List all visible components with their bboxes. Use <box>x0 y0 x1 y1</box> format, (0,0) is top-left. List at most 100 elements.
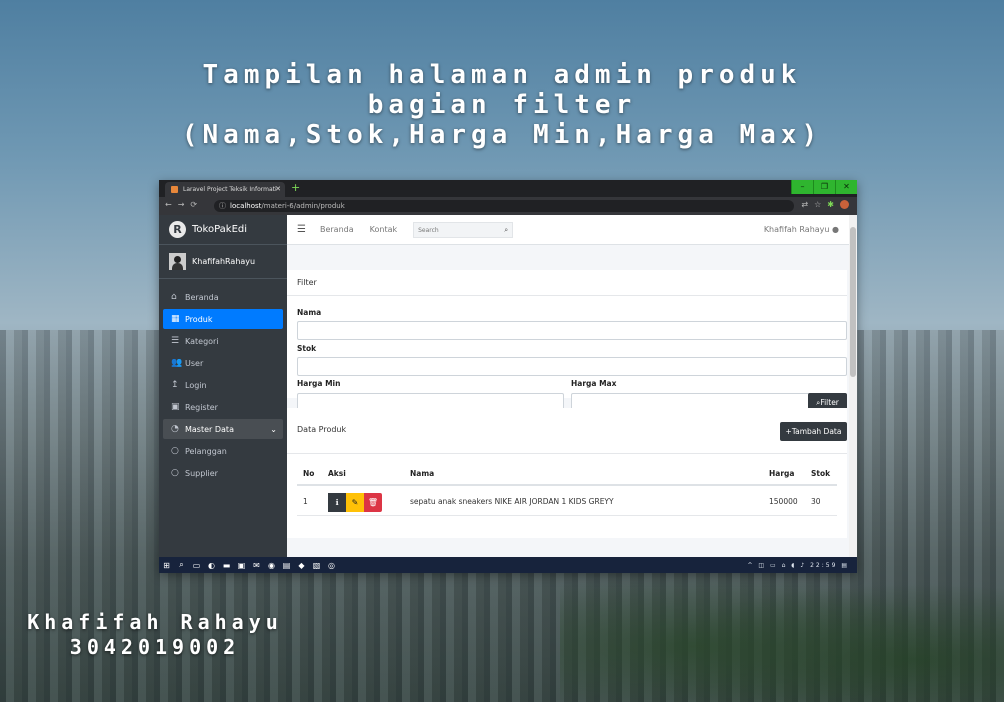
nama-label: Nama <box>297 308 322 317</box>
user-avatar <box>169 253 186 270</box>
translate-icon[interactable]: ⇄ <box>801 200 814 209</box>
hamburger-menu-icon[interactable]: ☰ <box>297 224 306 235</box>
home-icon: ⌂ <box>171 292 177 302</box>
sidebar-item-user[interactable]: 👥 User <box>163 353 283 373</box>
app-icon[interactable]: ▤ <box>279 561 294 570</box>
forward-icon[interactable]: → <box>178 200 191 209</box>
nama-input[interactable] <box>297 321 847 340</box>
close-tab-icon[interactable]: ✕ <box>275 185 281 193</box>
vertical-scrollbar[interactable] <box>849 215 857 562</box>
table-header: No Aksi Nama Harga Stok <box>297 460 837 486</box>
chrome-icon[interactable]: ◎ <box>324 561 339 570</box>
headline-line-1: Tampilan halaman admin produk <box>202 60 802 90</box>
url-path: /materi-6/admin/produk <box>261 202 345 210</box>
sidebar-item-produk[interactable]: ▦ Produk <box>163 309 283 329</box>
scrollbar-thumb[interactable] <box>850 227 856 377</box>
sidebar-menu: ⌂ Beranda ▦ Produk ☰ Kategori 👥 User ↥ Login … <box>159 279 287 483</box>
notification-icon[interactable]: ▤ <box>841 562 849 569</box>
grid-icon: ▦ <box>171 314 180 324</box>
search-icon[interactable]: ⌕ <box>504 226 508 235</box>
windows-taskbar: ⊞ ⌕ ▭ ◐ ▬ ▣ ✉ ◉ ▤ ◆ ▧ ◎ ^ ◫ ▭ ⌂ ◖ ♪ 22:5… <box>159 557 857 573</box>
list-icon: ☰ <box>171 336 180 346</box>
headline-line-2: bagian filter <box>367 90 637 120</box>
circle-icon: ○ <box>171 468 179 478</box>
data-produk-title: Data Produk <box>297 425 347 434</box>
table-row: 1 ℹ ✎ 🗑 sepatu anak sneakers NIKE AIR JO… <box>297 488 837 516</box>
mail-icon[interactable]: ✉ <box>249 561 264 570</box>
system-tray: ^ ◫ ▭ ⌂ ◖ ♪ 22:59 ▤ <box>747 562 849 569</box>
filter-card-title: Filter <box>287 270 847 296</box>
browser-tab[interactable]: Laravel Project Teksik Informati ✕ <box>165 182 285 197</box>
extension-icon[interactable]: ✱ <box>827 200 840 209</box>
new-tab-icon[interactable]: + <box>291 181 300 194</box>
edit-button[interactable]: ✎ <box>346 493 364 512</box>
users-icon: 👥 <box>171 358 183 368</box>
sidebar-item-login[interactable]: ↥ Login <box>163 375 283 395</box>
main-content: ☰ Beranda Kontak Search ⌕ Khafifah Rahay… <box>287 215 857 562</box>
reload-icon[interactable]: ⟳ <box>190 200 203 209</box>
chevron-down-icon: ⌄ <box>270 424 277 434</box>
edge-icon[interactable]: ◐ <box>204 561 219 570</box>
filter-button-label: Filter <box>820 398 839 407</box>
sidebar-item-supplier[interactable]: ○ Supplier <box>163 463 283 483</box>
register-icon: ▣ <box>171 402 180 412</box>
sidebar-item-label: Supplier <box>185 468 218 478</box>
sidebar-item-master-data[interactable]: ◔ Master Data ⌄ <box>163 419 283 439</box>
author-id: 3042019002 <box>69 635 241 659</box>
sidebar-item-kategori[interactable]: ☰ Kategori <box>163 331 283 351</box>
sidebar-item-register[interactable]: ▣ Register <box>163 397 283 417</box>
dashboard-icon: ◔ <box>171 424 179 434</box>
close-window-button[interactable]: ✕ <box>835 180 857 194</box>
search-input[interactable]: Search ⌕ <box>413 221 514 238</box>
headline-line-3: (Nama,Stok,Harga Min,Harga Max) <box>181 120 823 150</box>
search-placeholder: Search <box>418 226 439 234</box>
sidebar-item-beranda[interactable]: ⌂ Beranda <box>163 287 283 307</box>
tab-title: Laravel Project Teksik Informati <box>183 186 277 193</box>
nav-buttons[interactable]: ←→⟳ <box>165 200 203 209</box>
col-nama: Nama <box>410 469 435 478</box>
profile-avatar-icon[interactable] <box>840 200 849 209</box>
task-view-icon[interactable]: ▭ <box>189 561 204 570</box>
sidebar-user-name: KhafifahRahayu <box>192 257 256 266</box>
app-icon[interactable]: ◆ <box>294 561 309 570</box>
search-icon[interactable]: ⌕ <box>174 560 189 570</box>
user-panel[interactable]: KhafifahRahayu <box>159 245 287 279</box>
col-harga: Harga <box>769 469 795 478</box>
window-controls: – ❐ ✕ <box>791 180 857 194</box>
tambah-data-button[interactable]: +Tambah Data <box>780 422 847 441</box>
brand[interactable]: R TokoPakEdi <box>159 215 287 245</box>
stok-input[interactable] <box>297 357 847 376</box>
cell-no: 1 <box>303 497 308 506</box>
sidebar-item-label: Master Data <box>185 424 234 434</box>
nav-link-kontak[interactable]: Kontak <box>370 225 397 234</box>
file-explorer-icon[interactable]: ▬ <box>219 561 234 570</box>
col-aksi: Aksi <box>328 469 346 478</box>
delete-button[interactable]: 🗑 <box>364 493 382 512</box>
navbar-user-name: Khafifah Rahayu <box>763 225 830 234</box>
app-icon[interactable]: ◉ <box>264 561 279 570</box>
sidebar-item-label: Register <box>185 402 218 412</box>
url-field[interactable]: ⓘ localhost/materi-6/admin/produk <box>214 200 794 212</box>
cell-harga: 150000 <box>769 497 798 506</box>
address-bar: ←→⟳ ⓘ localhost/materi-6/admin/produk ⇄☆… <box>159 197 857 215</box>
nav-link-beranda[interactable]: Beranda <box>320 225 354 234</box>
tab-bar: Laravel Project Teksik Informati ✕ + – ❐… <box>159 180 857 197</box>
info-button[interactable]: ℹ <box>328 493 346 512</box>
browser-window: Laravel Project Teksik Informati ✕ + – ❐… <box>159 180 857 572</box>
info-icon[interactable]: ⓘ <box>219 201 226 211</box>
star-icon[interactable]: ☆ <box>814 200 827 209</box>
tray-icons[interactable]: ^ ◫ ▭ ⌂ ◖ ♪ <box>747 562 806 569</box>
sidebar-item-pelanggan[interactable]: ○ Pelanggan <box>163 441 283 461</box>
windows-start-icon[interactable]: ⊞ <box>159 561 174 570</box>
navbar-user[interactable]: Khafifah Rahayu ● <box>764 225 839 234</box>
card-divider <box>287 453 847 454</box>
minimize-button[interactable]: – <box>791 180 813 194</box>
back-icon[interactable]: ← <box>165 200 178 209</box>
filter-card: Filter Nama Stok Harga Min Harga Max <box>287 270 847 412</box>
clock[interactable]: 22:59 <box>810 562 837 569</box>
app-icon[interactable]: ▧ <box>309 561 324 570</box>
maximize-button[interactable]: ❐ <box>813 180 835 194</box>
top-navbar: ☰ Beranda Kontak Search ⌕ Khafifah Rahay… <box>287 215 857 245</box>
store-icon[interactable]: ▣ <box>234 561 249 570</box>
login-icon: ↥ <box>171 380 179 390</box>
